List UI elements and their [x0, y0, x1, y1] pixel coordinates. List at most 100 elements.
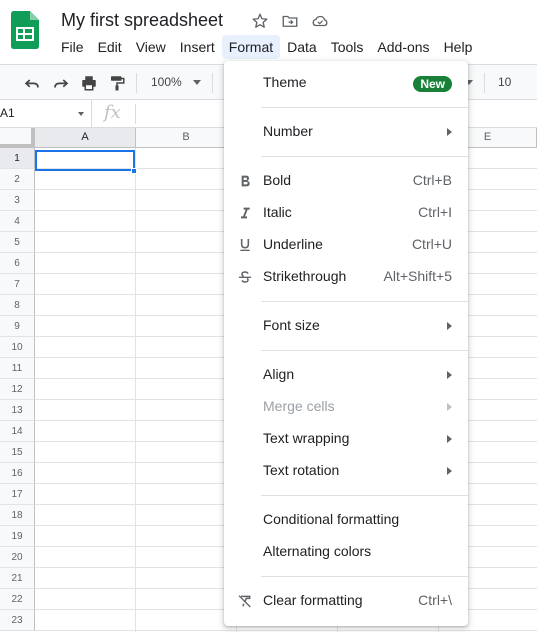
menu-item-italic[interactable]: Italic Ctrl+I [224, 197, 468, 229]
submenu-arrow-icon [447, 371, 452, 379]
menu-item-label: Font size [263, 317, 320, 333]
sheets-logo-icon[interactable] [11, 11, 39, 49]
submenu-arrow-icon [447, 403, 452, 411]
row-header[interactable]: 22 [0, 589, 35, 610]
menu-item-label: Text wrapping [263, 430, 350, 446]
menu-view[interactable]: View [129, 35, 173, 59]
row-header[interactable]: 7 [0, 274, 35, 295]
row-header[interactable]: 12 [0, 379, 35, 400]
menu-item-label: Alternating colors [263, 543, 372, 559]
row-header[interactable]: 8 [0, 295, 35, 316]
row-header[interactable]: 16 [0, 463, 35, 484]
menu-item-text-rotation[interactable]: Text rotation [224, 455, 468, 487]
menu-divider [261, 107, 468, 108]
menu-edit[interactable]: Edit [91, 35, 129, 59]
menu-item-number[interactable]: Number [224, 116, 468, 148]
row-header[interactable]: 5 [0, 232, 35, 253]
new-badge: New [413, 76, 452, 92]
row-header[interactable]: 21 [0, 568, 35, 589]
column-header-b[interactable]: B [136, 128, 237, 148]
row-header[interactable]: 20 [0, 547, 35, 568]
menu-divider [261, 495, 468, 496]
menu-item-text-wrapping[interactable]: Text wrapping [224, 423, 468, 455]
menu-item-label: Merge cells [263, 398, 335, 414]
row-header[interactable]: 3 [0, 190, 35, 211]
row-header[interactable]: 9 [0, 316, 35, 337]
row-header[interactable]: 11 [0, 358, 35, 379]
menu-tools[interactable]: Tools [324, 35, 371, 59]
menu-divider [261, 156, 468, 157]
zoom-select[interactable]: 100% [151, 75, 182, 89]
shortcut-label: Ctrl+I [418, 204, 452, 220]
menu-item-label: Underline [263, 236, 323, 252]
star-icon[interactable] [250, 11, 270, 31]
shortcut-label: Ctrl+U [411, 236, 452, 252]
row-header[interactable]: 17 [0, 484, 35, 505]
app-header: My first spreadsheet File Edit View Inse… [0, 0, 537, 64]
document-title[interactable]: My first spreadsheet [61, 10, 223, 31]
gridline [135, 148, 136, 632]
fx-icon: fx [104, 102, 121, 123]
row-header[interactable]: 1 [0, 148, 35, 169]
menu-item-theme[interactable]: Theme New [224, 67, 468, 99]
menu-item-underline[interactable]: Underline Ctrl+U [224, 229, 468, 261]
redo-icon[interactable] [51, 73, 71, 93]
row-header[interactable]: 18 [0, 505, 35, 526]
row-header[interactable]: 6 [0, 253, 35, 274]
underline-icon [236, 236, 254, 254]
active-cell[interactable] [35, 150, 135, 171]
menu-addons[interactable]: Add-ons [370, 35, 436, 59]
submenu-arrow-icon [447, 322, 452, 330]
chevron-down-icon[interactable] [193, 80, 201, 85]
print-icon[interactable] [79, 73, 99, 93]
bold-icon [236, 172, 254, 190]
menu-item-font-size[interactable]: Font size [224, 310, 468, 342]
select-all-corner[interactable] [0, 128, 35, 148]
menu-insert[interactable]: Insert [173, 35, 222, 59]
menu-divider [261, 301, 468, 302]
row-header[interactable]: 4 [0, 211, 35, 232]
menu-item-align[interactable]: Align [224, 359, 468, 391]
row-header[interactable]: 13 [0, 400, 35, 421]
menu-item-label: Number [263, 123, 313, 139]
menu-file[interactable]: File [54, 35, 91, 59]
menu-item-strikethrough[interactable]: Strikethrough Alt+Shift+5 [224, 261, 468, 293]
menu-divider [261, 576, 468, 577]
undo-icon[interactable] [22, 73, 42, 93]
move-folder-icon[interactable] [280, 11, 300, 31]
row-header[interactable]: 14 [0, 421, 35, 442]
menu-item-bold[interactable]: Bold Ctrl+B [224, 165, 468, 197]
menu-item-clear-formatting[interactable]: Clear formatting Ctrl+\ [224, 585, 468, 617]
menu-item-label: Clear formatting [263, 592, 363, 608]
menu-divider [261, 350, 468, 351]
menu-item-label: Text rotation [263, 462, 340, 478]
row-header[interactable]: 19 [0, 526, 35, 547]
menu-help[interactable]: Help [437, 35, 480, 59]
row-header[interactable]: 15 [0, 442, 35, 463]
menu-item-conditional-formatting[interactable]: Conditional formatting [224, 504, 468, 536]
cloud-status-icon[interactable] [310, 11, 330, 31]
submenu-arrow-icon [447, 435, 452, 443]
menu-item-alternating-colors[interactable]: Alternating colors [224, 536, 468, 568]
menu-item-label: Theme [263, 74, 307, 90]
gridline [35, 630, 537, 631]
shortcut-label: Ctrl+\ [418, 592, 452, 608]
menu-data[interactable]: Data [280, 35, 324, 59]
menu-format[interactable]: Format [221, 35, 281, 59]
cell-reference: A1 [0, 106, 15, 120]
row-header[interactable]: 2 [0, 169, 35, 190]
font-size-input[interactable]: 10 [498, 75, 511, 89]
row-header[interactable]: 10 [0, 337, 35, 358]
menu-item-label: Bold [263, 172, 292, 188]
row-header[interactable]: 23 [0, 610, 35, 631]
fill-handle[interactable] [131, 168, 137, 174]
column-header-a[interactable]: A [35, 128, 136, 148]
paint-format-icon[interactable] [107, 73, 127, 93]
shortcut-label: Ctrl+B [412, 172, 452, 188]
menu-item-merge-cells: Merge cells [224, 391, 468, 423]
menu-item-label: Align [263, 366, 295, 382]
chevron-down-icon[interactable] [78, 112, 84, 116]
submenu-arrow-icon [447, 128, 452, 136]
toolbar-divider [136, 73, 137, 93]
submenu-arrow-icon [447, 467, 452, 475]
